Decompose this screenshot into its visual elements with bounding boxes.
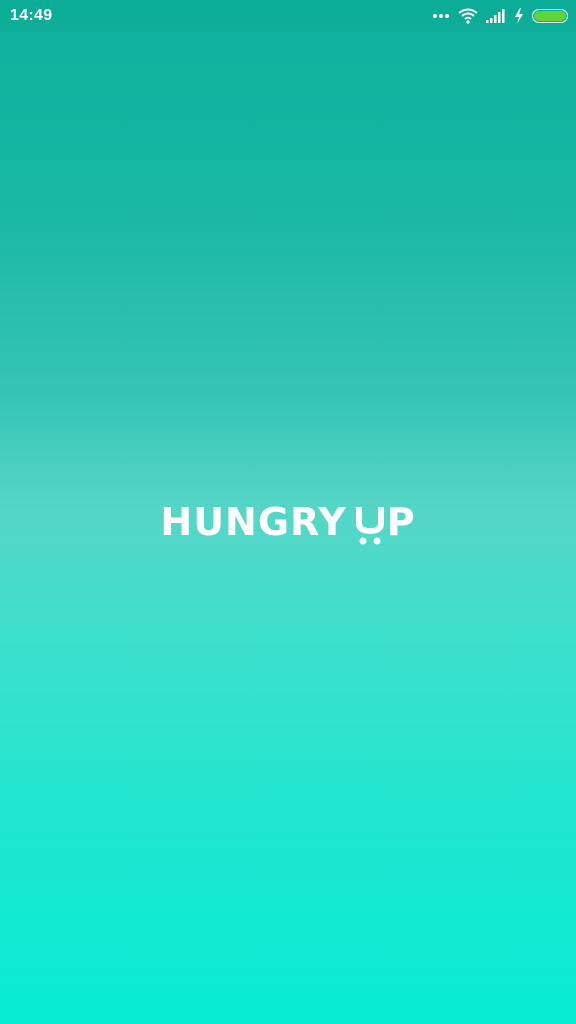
- logo-word-hungry: HUNGRY: [160, 500, 347, 544]
- wifi-icon: [458, 8, 478, 24]
- more-dots-icon: [433, 14, 449, 18]
- logo-wordmark: HUNGRY P: [160, 500, 416, 545]
- status-bar: 14:49: [0, 0, 576, 32]
- signal-icon: [486, 9, 505, 23]
- battery-level: [534, 11, 566, 21]
- status-icons: [432, 6, 568, 26]
- logo-word-up: P: [355, 500, 416, 545]
- charging-icon: [515, 8, 523, 24]
- battery-icon: [532, 9, 568, 23]
- cart-u-icon: [355, 507, 385, 545]
- logo-letter-p: P: [386, 500, 416, 544]
- status-time: 14:49: [10, 7, 53, 24]
- app-logo: HUNGRY P: [0, 500, 576, 545]
